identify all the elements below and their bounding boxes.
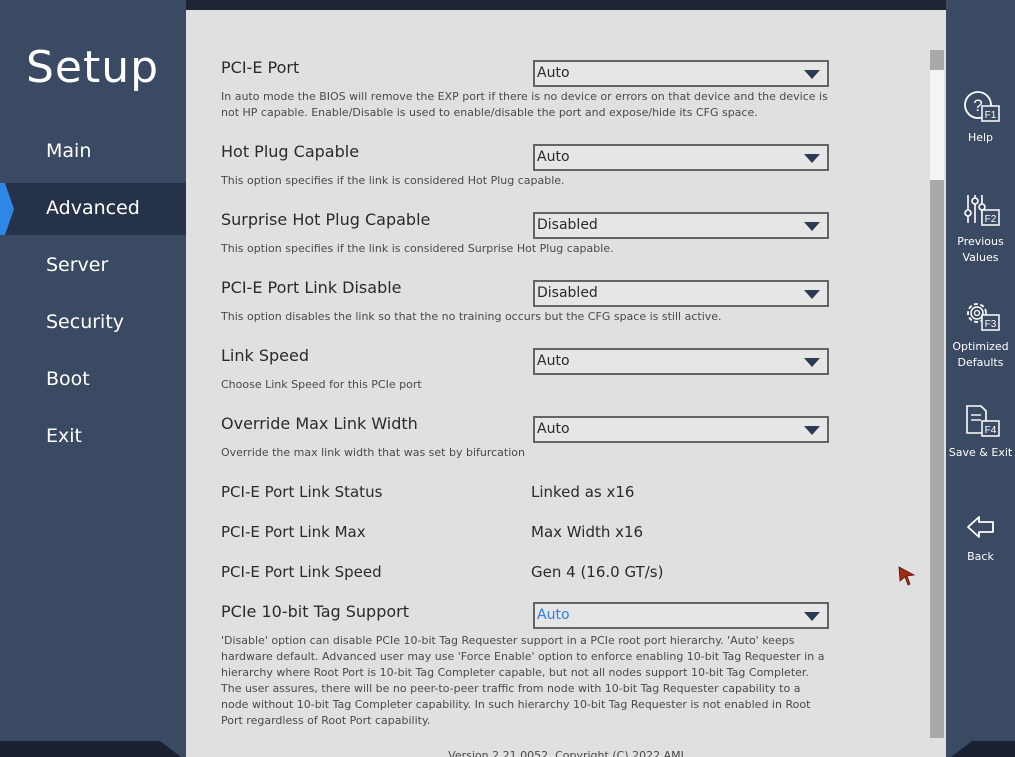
nav-item-exit[interactable]: Exit <box>0 411 186 463</box>
tag-support-dropdown[interactable]: Auto <box>533 602 829 629</box>
save-exit-button[interactable]: F4 Save & Exit <box>946 403 1015 461</box>
setting-label: Override Max Link Width <box>221 414 418 433</box>
scrollbar-thumb[interactable] <box>930 70 944 180</box>
help-icon: ? F1 <box>963 91 1000 122</box>
setting-label: PCIe 10-bit Tag Support <box>221 602 409 621</box>
gear-icon: F3 <box>966 303 1000 331</box>
chevron-down-icon <box>804 222 820 231</box>
nav-item-label: Advanced <box>46 197 140 219</box>
top-bar <box>186 0 946 10</box>
setting-label: Surprise Hot Plug Capable <box>221 210 431 229</box>
dropdown-value: Auto <box>537 65 570 81</box>
sidebar: Setup Main Advanced Server Security Boot… <box>0 0 186 741</box>
mouse-pointer-icon <box>898 566 916 586</box>
setting-label: PCI-E Port <box>221 58 300 77</box>
save-exit-key-label: F4 <box>984 425 996 436</box>
nav-item-main[interactable]: Main <box>0 126 186 178</box>
help-button[interactable]: ? F1 Help <box>946 88 1015 146</box>
chevron-down-icon <box>804 612 820 621</box>
hot-plug-capable-dropdown[interactable]: Auto <box>533 144 829 171</box>
optimized-defaults-label: Optimized Defaults <box>952 340 1009 369</box>
previous-values-key-label: F2 <box>984 214 996 225</box>
dropdown-value: Auto <box>537 149 570 165</box>
setting-help: This option disables the link so that th… <box>221 310 722 323</box>
back-arrow-icon <box>966 516 994 538</box>
link-status-label: PCI-E Port Link Status <box>221 483 383 501</box>
nav-item-label: Main <box>46 140 92 162</box>
override-max-link-width-dropdown[interactable]: Auto <box>533 416 829 443</box>
dropdown-value: Disabled <box>537 285 598 301</box>
setup-title: Setup <box>26 42 160 93</box>
nav-item-label: Exit <box>46 425 82 447</box>
optimized-defaults-key-label: F3 <box>984 319 996 330</box>
chevron-down-icon <box>804 426 820 435</box>
link-speed-dropdown[interactable]: Auto <box>533 348 829 375</box>
settings-panel: PCI-E Port Auto In auto mode the BIOS wi… <box>186 10 946 741</box>
setting-help: Choose Link Speed for this PCIe port <box>221 378 422 391</box>
save-document-icon: F4 <box>965 405 1000 437</box>
chevron-down-icon <box>804 154 820 163</box>
nav-item-advanced[interactable]: Advanced <box>0 183 186 235</box>
dropdown-value: Auto <box>537 607 570 623</box>
sliders-icon: F2 <box>963 195 1000 226</box>
nav-item-label: Security <box>46 311 125 333</box>
chevron-down-icon <box>804 358 820 367</box>
setting-help: Override the max link width that was set… <box>221 446 525 459</box>
nav-item-label: Server <box>46 254 109 276</box>
link-speed-status-label: PCI-E Port Link Speed <box>221 563 382 581</box>
surprise-hot-plug-dropdown[interactable]: Disabled <box>533 212 829 239</box>
setting-help: This option specifies if the link is con… <box>221 174 565 187</box>
setting-help: This option specifies if the link is con… <box>221 242 614 255</box>
nav-item-boot[interactable]: Boot <box>0 354 186 406</box>
nav-item-security[interactable]: Security <box>0 297 186 349</box>
help-key-label: F1 <box>984 110 996 121</box>
link-max-label: PCI-E Port Link Max <box>221 523 366 541</box>
setting-help: In auto mode the BIOS will remove the EX… <box>221 90 828 119</box>
setting-help: 'Disable' option can disable PCIe 10-bit… <box>221 634 825 727</box>
dropdown-value: Disabled <box>537 217 598 233</box>
nav-item-server[interactable]: Server <box>0 240 186 292</box>
previous-values-label: Previous Values <box>957 235 1004 264</box>
link-status-value: Linked as x16 <box>531 483 635 501</box>
link-speed-status-value: Gen 4 (16.0 GT/s) <box>531 563 664 581</box>
setting-label: Hot Plug Capable <box>221 142 360 161</box>
setting-label: Link Speed <box>221 346 310 365</box>
back-label: Back <box>967 550 994 563</box>
dropdown-value: Auto <box>537 353 570 369</box>
nav-item-label: Boot <box>46 368 90 390</box>
previous-values-button[interactable]: F2 Previous Values <box>946 192 1015 266</box>
dropdown-value: Auto <box>537 421 570 437</box>
chevron-down-icon <box>804 290 820 299</box>
pcie-port-dropdown[interactable]: Auto <box>533 60 829 87</box>
save-exit-label: Save & Exit <box>948 446 1013 459</box>
help-label: Help <box>967 131 994 144</box>
optimized-defaults-button[interactable]: F3 Optimized Defaults <box>946 297 1015 371</box>
version-copyright: Version 2.21.0052. Copyright (C) 2022 AM… <box>448 749 684 757</box>
setting-label: PCI-E Port Link Disable <box>221 278 402 297</box>
back-button[interactable]: Back <box>946 511 1015 565</box>
active-indicator-icon <box>0 183 14 235</box>
chevron-down-icon <box>804 70 820 79</box>
footer-panel: Version 2.21.0052. Copyright (C) 2022 AM… <box>186 741 946 757</box>
link-max-value: Max Width x16 <box>531 523 644 541</box>
function-key-toolbar: ? F1 Help F2 Previous Values F3 Optimize… <box>946 0 1015 741</box>
pcie-port-link-disable-dropdown[interactable]: Disabled <box>533 280 829 307</box>
nav-menu: Main Advanced Server Security Boot Exit <box>0 126 186 468</box>
